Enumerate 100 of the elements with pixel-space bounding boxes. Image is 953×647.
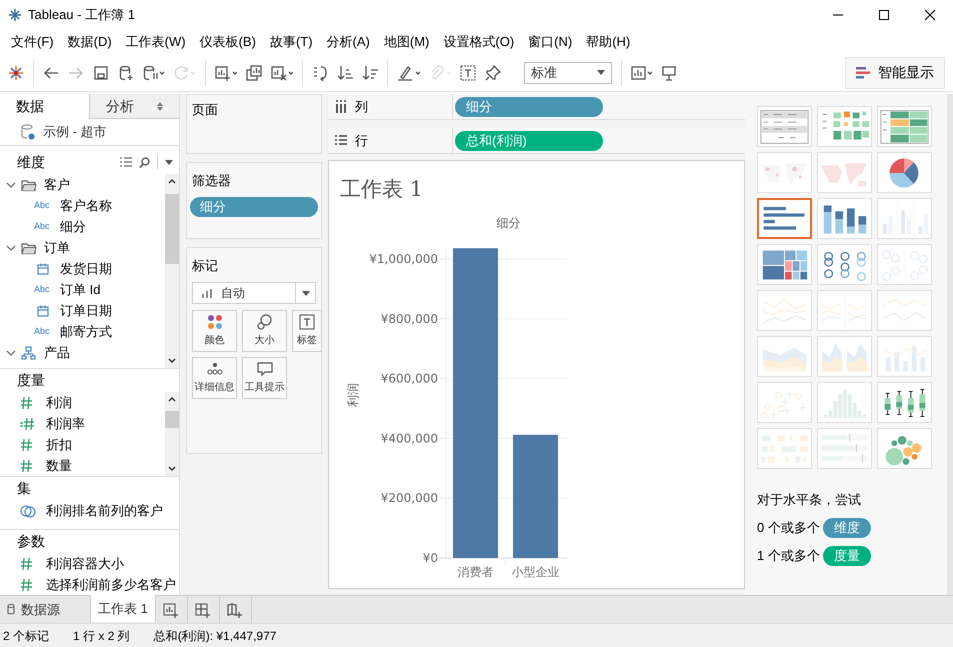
card-title: 筛选器 [192,172,232,190]
axis-title: 利润 [346,383,360,407]
hint-text: 对于水平条，尝试 [757,491,862,509]
section-title: 集 [17,479,31,498]
field-item[interactable]: 数量 [46,456,72,476]
new-story-icon [227,602,244,618]
hash-icon [20,458,33,472]
menu-item[interactable]: 窗口(N) [521,31,580,53]
dropdown-caret-icon [597,70,605,75]
search-icon[interactable] [139,156,150,168]
status-text: 1 行 x 2 列 [73,628,130,644]
calendar-icon [37,304,49,316]
bar-chart-icon [631,64,652,80]
columns-icon [335,100,347,113]
field-item[interactable]: 订单 Id [60,280,100,300]
expand-caret-icon[interactable] [6,348,16,358]
scrollbar[interactable] [165,174,179,368]
axis-tick-label: ¥400,000 [380,431,438,446]
sort-arrows-icon [157,102,163,110]
folder-item[interactable]: 订单 [44,238,70,258]
field-item[interactable]: 利润容器大小 [46,554,124,574]
folder-item[interactable]: 产品 [44,342,70,362]
close-icon [924,9,936,21]
hash-icon [20,556,33,570]
field-item[interactable]: 细分 [60,216,86,236]
scrollbar-thumb[interactable] [165,411,179,428]
database-icon [7,604,15,615]
bar-chart-icon [856,66,870,78]
status-text: 总和(利润): ¥1,447,977 [154,628,276,644]
menu-item[interactable]: 工作表(W) [118,31,193,53]
expand-caret-icon[interactable] [6,242,16,252]
field-pill: 维度 [822,518,871,538]
menu-item[interactable]: 故事(T) [262,31,320,53]
pane-tab[interactable]: 分析 [89,94,179,119]
axis-tick-label: ¥600,000 [380,372,438,386]
folder-item[interactable]: 客户 [44,174,70,194]
marks-button[interactable]: 大小 [242,310,287,352]
text-label-icon [460,64,476,80]
tableau-logo-icon [8,64,24,80]
menu-item[interactable]: 帮助(H) [579,31,638,53]
scrollbar-thumb[interactable] [165,194,179,264]
chart-type-thumbnail[interactable] [757,198,812,239]
back-arrow-icon [43,64,59,80]
menu-item[interactable]: 分析(A) [320,31,377,53]
menu-item[interactable]: 地图(M) [376,31,436,53]
axis-tick-label: ¥800,000 [380,312,438,326]
axis-tick-label: ¥0 [422,551,438,565]
field-item[interactable]: 利润排名前列的客户 [46,500,163,520]
requirement-text: 1 个或多个 [757,546,820,565]
marks-button[interactable]: 颜色 [192,310,237,352]
mark-type-dropdown[interactable]: 自动 [192,282,316,304]
field-item[interactable]: 客户名称 [60,196,112,216]
menu-item[interactable]: 设置格式(O) [436,31,522,53]
set-icon [20,504,36,518]
duplicate-chart-icon [246,64,262,80]
field-item[interactable]: 选择利润前多少名客户 [46,574,176,594]
presentation-icon [661,64,677,80]
paperclip-icon [429,64,451,80]
speech-bubble-icon [256,361,272,377]
status-text: 2 个标记 [3,628,50,644]
forward-arrow-icon [68,64,84,80]
field-item[interactable]: 折扣 [46,434,72,454]
highlighter-icon [397,64,420,80]
field-item[interactable]: 发货日期 [60,258,112,278]
maximize-icon [878,9,890,21]
menu-item[interactable]: 数据(D) [60,31,119,53]
database-icon [21,124,35,140]
field-item[interactable]: 利润 [46,392,72,412]
list-view-icon[interactable] [120,157,132,167]
new-dashboard-icon [195,602,212,618]
data-source-name[interactable]: 示例 - 超市 [43,122,107,142]
sort-ascending-icon [337,64,353,80]
marks-button[interactable]: 工具提示 [242,357,287,399]
scrollbar[interactable] [165,392,179,476]
add-database-icon [118,64,134,80]
section-title: 参数 [17,532,45,551]
folder-icon [21,178,37,192]
sheet-tab[interactable]: 工作表 1 [91,595,156,622]
app-logo-icon [8,8,22,22]
dropdown-caret-icon[interactable] [165,160,173,164]
dropdown-caret-icon [302,290,310,296]
show-me-button[interactable]: 智能显示 [845,56,945,88]
abc-type-icon: Abc [34,220,50,234]
expand-caret-icon[interactable] [6,180,16,190]
axis-title: 细分 [496,216,520,230]
menu-item[interactable]: 仪表板(B) [192,31,263,53]
sheet-title: 工作表 1 [340,176,424,203]
marks-button[interactable]: 标签 [292,310,322,352]
field-item[interactable]: 邮寄方式 [60,322,112,342]
text-label-icon [299,314,315,330]
requirement-text: 0 个或多个 [757,518,820,537]
menu-item[interactable]: 文件(F) [4,31,61,53]
field-item[interactable]: 利润率 [46,414,85,434]
marks-button[interactable]: 详细信息 [192,357,237,399]
field-item[interactable]: 订单日期 [60,300,112,320]
window-title: Tableau - 工作簿 1 [28,6,135,24]
refresh-icon [174,64,196,80]
axis-tick-label: ¥200,000 [380,491,438,506]
section-title: 维度 [17,152,45,172]
fit-dropdown[interactable]: 标准 [524,62,612,84]
